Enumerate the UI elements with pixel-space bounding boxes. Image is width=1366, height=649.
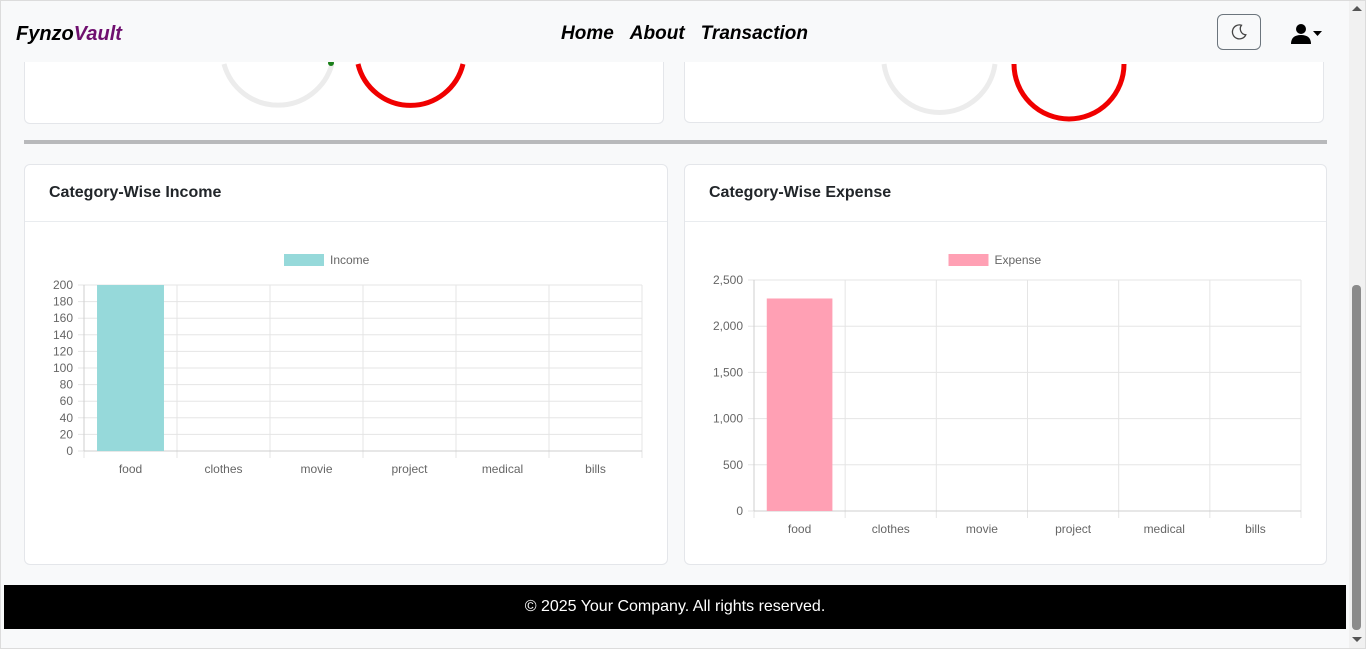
- x-tick-label: bills: [585, 462, 606, 476]
- y-tick-label: 160: [53, 311, 73, 325]
- x-tick-label: food: [788, 522, 811, 536]
- expense-chart-card: Category-Wise Expense 0 500 1,000 1,500 2,00…: [684, 164, 1327, 565]
- footer: © 2025 Your Company. All rights reserved…: [4, 585, 1346, 629]
- y-tick-label: 500: [723, 458, 743, 472]
- x-tick-label: clothes: [872, 522, 910, 536]
- card-header: Category-Wise Income: [25, 165, 667, 222]
- scroll-up-arrow-icon[interactable]: [1352, 6, 1362, 11]
- footer-text: © 2025 Your Company. All rights reserved…: [524, 598, 826, 615]
- y-tick-label: 60: [60, 394, 74, 408]
- gauge-arc-grey: [881, 63, 998, 116]
- x-tick-label: bills: [1245, 522, 1266, 536]
- income-chart-card: Category-Wise Income 0 20 40 60 80 100 120 140 1…: [24, 164, 668, 565]
- card-title: Category-Wise Income: [49, 184, 222, 201]
- user-icon: [1291, 24, 1311, 44]
- x-tick-label: medical: [482, 462, 523, 476]
- user-dropdown[interactable]: [1291, 23, 1322, 45]
- y-tick-label: 100: [53, 361, 73, 375]
- gauge-arc-grey: [221, 63, 335, 108]
- y-tick-label: 40: [60, 411, 74, 425]
- brand-logo[interactable]: FynzoVault: [16, 23, 122, 46]
- scroll-down-arrow-icon[interactable]: [1352, 637, 1362, 642]
- nav-link-about[interactable]: About: [630, 23, 685, 45]
- x-tick-label: clothes: [204, 462, 242, 476]
- legend-swatch: [948, 254, 989, 266]
- y-tick-label: 2,500: [713, 273, 743, 287]
- x-tick-label: movie: [300, 462, 332, 476]
- y-tick-label: 2,000: [713, 319, 743, 333]
- y-tick-label: 120: [53, 344, 73, 358]
- x-tick-label: medical: [1144, 522, 1185, 536]
- y-tick-label: 80: [60, 378, 74, 392]
- scrollbar[interactable]: [1349, 0, 1366, 649]
- legend-swatch: [284, 254, 324, 266]
- caret-down-icon: [1313, 31, 1322, 36]
- y-tick-label: 200: [53, 278, 73, 292]
- nav-link-home[interactable]: Home: [561, 23, 614, 45]
- y-tick-label: 20: [60, 427, 74, 441]
- expense-bar-chart: 0 500 1,000 1,500 2,000 2,500 food clothes movie…: [713, 253, 1302, 536]
- section-divider: [24, 140, 1327, 144]
- bar: [97, 285, 164, 451]
- income-bar-chart: 0 20 40 60 80 100 120 140 160 180 200 food clothes mo…: [53, 253, 643, 476]
- nav-link-transaction[interactable]: Transaction: [701, 23, 808, 45]
- y-tick-label: 140: [53, 328, 73, 342]
- x-tick-label: food: [119, 462, 142, 476]
- legend-label: Expense: [995, 253, 1042, 267]
- legend-label: Income: [330, 253, 370, 267]
- x-tick-label: project: [1055, 522, 1092, 536]
- x-tick-label: movie: [966, 522, 998, 536]
- navbar: FynzoVault Home About Transaction: [4, 4, 1346, 62]
- y-tick-label: 0: [736, 504, 743, 518]
- gauge-arc-red: [355, 63, 466, 108]
- nav-links: Home About Transaction: [561, 23, 808, 45]
- brand-part1: Fynzo: [16, 23, 74, 45]
- x-tick-label: project: [391, 462, 428, 476]
- y-tick-label: 1,500: [713, 365, 743, 379]
- scroll-thumb[interactable]: [1352, 285, 1361, 630]
- theme-toggle-button[interactable]: [1217, 14, 1261, 50]
- card-header: Category-Wise Expense: [685, 165, 1326, 222]
- y-tick-label: 180: [53, 295, 73, 309]
- brand-part2: Vault: [73, 23, 122, 45]
- bar: [766, 298, 833, 511]
- gauge-arc-red: [1011, 63, 1127, 122]
- card-title: Category-Wise Expense: [709, 184, 892, 201]
- y-tick-label: 1,000: [713, 412, 743, 426]
- moon-icon: [1231, 24, 1247, 40]
- y-tick-label: 0: [66, 444, 73, 458]
